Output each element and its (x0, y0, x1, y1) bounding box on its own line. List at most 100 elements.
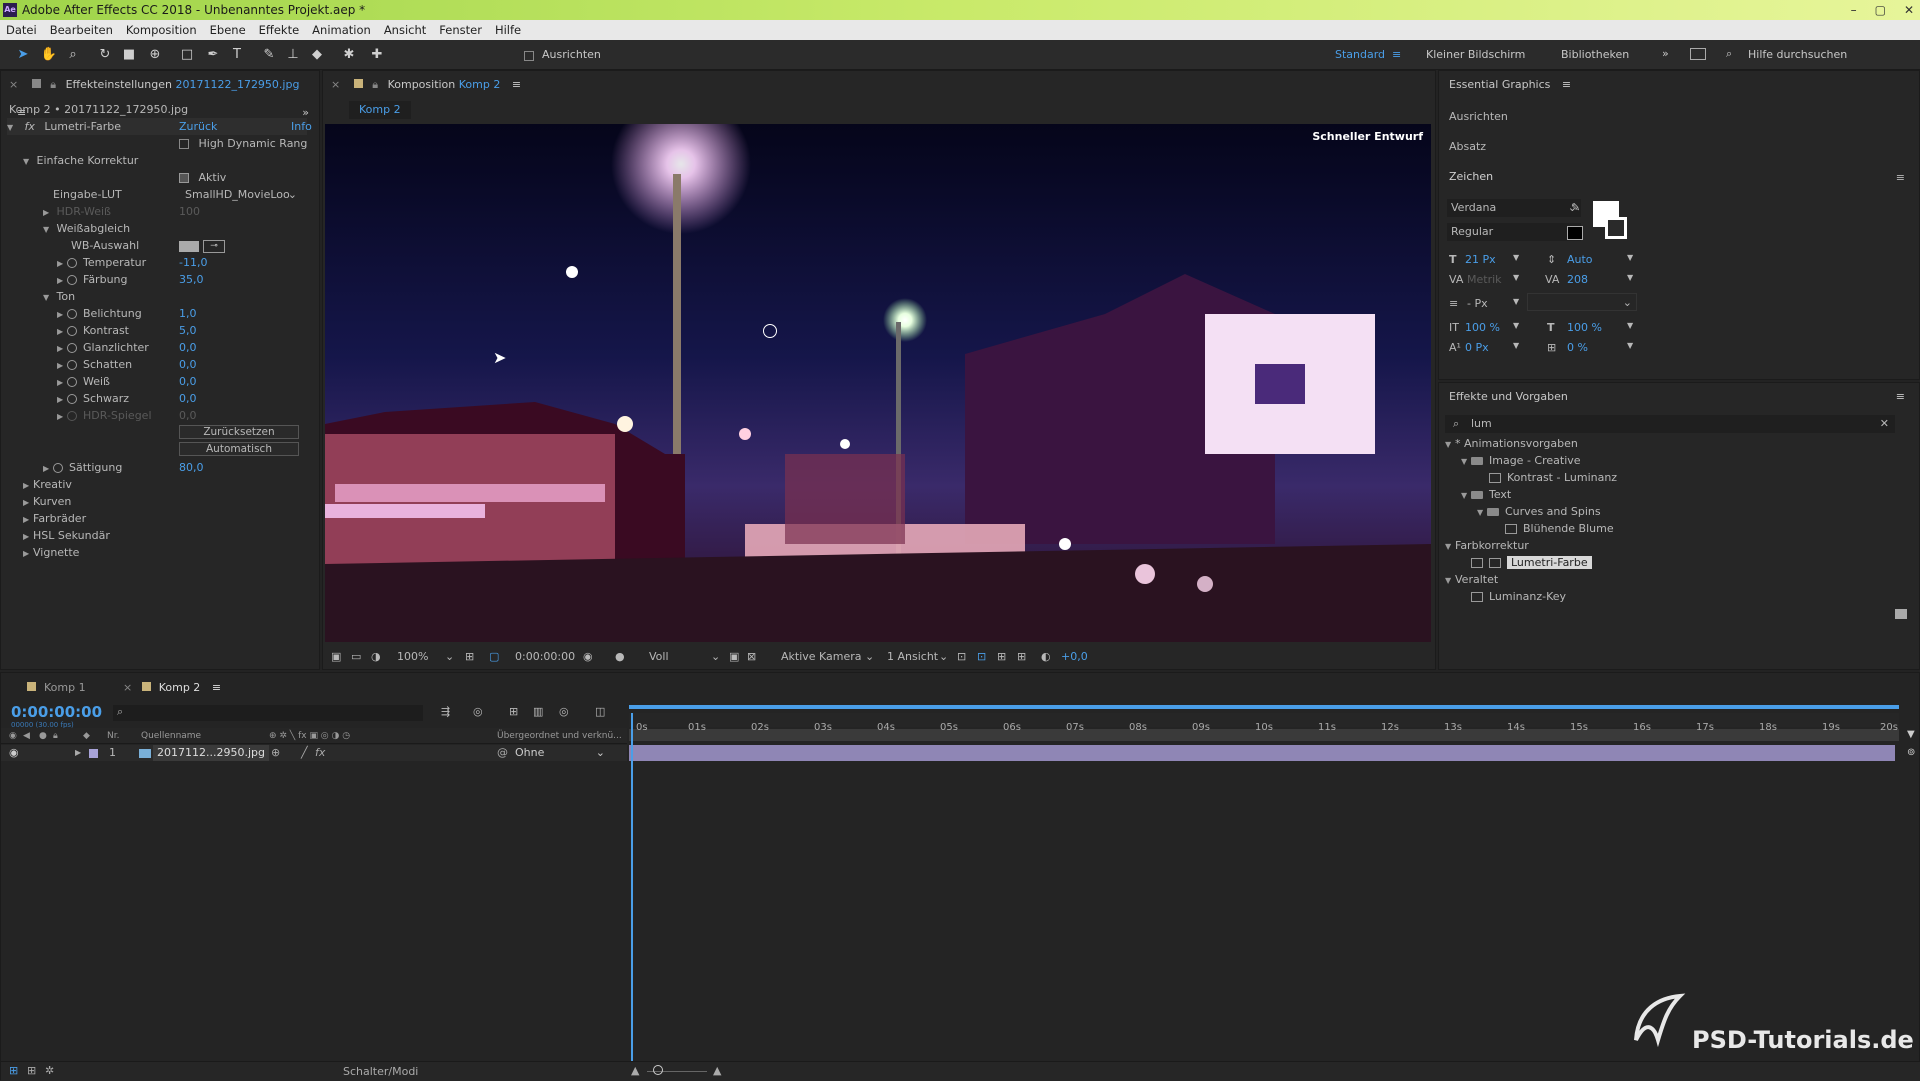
composition-viewer[interactable]: ➤ Schneller Entwurf (325, 124, 1431, 642)
layer-marker-icon[interactable]: ⊚ (1907, 747, 1915, 758)
visibility-eye-icon[interactable]: ◉ (9, 745, 19, 761)
section-toggle-icon[interactable]: ▶ (23, 545, 33, 562)
saturation-value[interactable]: 80,0 (179, 459, 204, 476)
reset-button[interactable]: Zurücksetzen (179, 425, 299, 439)
black-toggle-icon[interactable]: ▶ (57, 391, 67, 408)
layer-fx-icon[interactable]: fx (315, 745, 325, 761)
stroke-width-value[interactable]: - Px (1467, 297, 1488, 310)
clone-stamp-tool-icon[interactable]: ⊥ (284, 46, 302, 64)
always-preview-icon[interactable]: ▣ (331, 648, 341, 666)
black-value[interactable]: 0,0 (179, 390, 197, 407)
baseline-shift-value[interactable]: 0 Px (1465, 341, 1489, 354)
close-tab-icon[interactable]: × (9, 78, 18, 91)
graph-editor-icon[interactable]: ◫ (595, 705, 605, 718)
tree-obsolete[interactable]: Veraltet (1455, 573, 1498, 586)
stopwatch-icon[interactable] (67, 309, 77, 319)
eyedropper-icon[interactable]: ✎ (1571, 201, 1585, 215)
tree-bluehende-blume[interactable]: Blühende Blume (1523, 522, 1614, 535)
selection-tool-icon[interactable]: ➤ (14, 46, 32, 64)
section-basic-correction[interactable]: Einfache Korrektur (37, 154, 139, 167)
stroke-color-swatch[interactable] (1605, 217, 1627, 239)
resolution-dropdown[interactable]: Voll (649, 648, 669, 666)
tree-curves-spins[interactable]: Curves and Spins (1505, 505, 1601, 518)
camera-tool-icon[interactable]: ■ (120, 46, 138, 64)
transparency-grid-icon[interactable]: ⊠ (747, 648, 756, 666)
reset-exposure-icon[interactable]: ◐ (1041, 648, 1051, 666)
clear-search-icon[interactable]: ✕ (1880, 415, 1889, 433)
monitor-icon[interactable]: ▭ (351, 648, 361, 666)
draft-3d-icon[interactable]: ◎ (473, 705, 483, 718)
parent-dropdown[interactable]: Ohne ⌄ (515, 745, 605, 761)
rectangle-tool-icon[interactable]: □ (178, 46, 196, 64)
exposure-toggle-icon[interactable]: ▶ (57, 306, 67, 323)
help-search-input[interactable]: Hilfe durchsuchen (1748, 48, 1847, 61)
eraser-tool-icon[interactable]: ◆ (308, 46, 326, 64)
puppet-tool-icon[interactable]: ✚ (368, 46, 386, 64)
toggle-view-icon[interactable]: ⊡ (957, 648, 966, 666)
active-checkbox[interactable] (179, 173, 189, 183)
current-time-indicator[interactable] (631, 713, 633, 1081)
section-curves[interactable]: Kurven (33, 495, 71, 508)
auto-button[interactable]: Automatisch (179, 442, 299, 456)
composition-tab-name[interactable]: Komp 2 (459, 78, 501, 91)
black-swatch[interactable] (1567, 226, 1583, 240)
wb-color-swatch[interactable] (179, 241, 199, 252)
source-name-column[interactable]: Quellenname (141, 728, 201, 744)
highlights-value[interactable]: 0,0 (179, 339, 197, 356)
viewer-timecode[interactable]: 0:00:00:00 (515, 648, 575, 666)
stopwatch-icon[interactable] (67, 258, 77, 268)
close-tab-icon[interactable]: × (331, 78, 340, 91)
stopwatch-icon[interactable] (67, 275, 77, 285)
section-vignette[interactable]: Vignette (33, 546, 79, 559)
expand-toggle-icon[interactable]: ▼ (7, 119, 17, 136)
align-checkbox[interactable] (524, 49, 540, 62)
workspace-libraries[interactable]: Bibliotheken (1561, 48, 1629, 61)
section-color-wheels[interactable]: Farbräder (33, 512, 86, 525)
masks-icon[interactable]: ◑ (371, 648, 381, 666)
tree-lumetri-color[interactable]: Lumetri-Farbe (1507, 556, 1592, 569)
stopwatch-icon[interactable] (67, 394, 77, 404)
menu-komposition[interactable]: Komposition (126, 23, 197, 37)
stopwatch-icon[interactable] (67, 377, 77, 387)
switches-modes-toggle[interactable]: Schalter/Modi (343, 1065, 418, 1078)
align-section[interactable]: Ausrichten (1449, 107, 1508, 127)
composition-tab[interactable]: Komposition (388, 78, 456, 91)
timeline-search-input[interactable]: ⌕ (113, 705, 423, 721)
text-tool-icon[interactable]: T (228, 46, 246, 64)
section-toggle-icon[interactable]: ▶ (23, 511, 33, 528)
close-tab-icon[interactable]: × (123, 681, 132, 694)
rotate-tool-icon[interactable]: ↻ (96, 46, 114, 64)
workspace-more-icon[interactable]: » (1662, 47, 1669, 60)
minimize-button[interactable]: – (1851, 0, 1857, 20)
layer-quality-icon[interactable]: ╱ (301, 745, 308, 761)
tree-animation-presets[interactable]: * Animationsvorgaben (1455, 437, 1578, 450)
temperature-toggle-icon[interactable]: ▶ (57, 255, 67, 272)
panel-menu-icon[interactable]: ≡ (512, 78, 521, 91)
screen-icon[interactable] (1690, 48, 1706, 60)
tint-value[interactable]: 35,0 (179, 271, 204, 288)
zoom-out-icon[interactable]: ▲ (631, 1064, 639, 1077)
camera-dropdown[interactable]: Aktive Kamera (781, 648, 862, 666)
brush-tool-icon[interactable]: ✎ (260, 46, 278, 64)
menu-datei[interactable]: Datei (6, 23, 37, 37)
section-toggle-icon[interactable]: ▶ (23, 477, 33, 494)
tab-komp-1[interactable]: Komp 1 (9, 679, 86, 697)
zoom-dropdown[interactable]: 100% (397, 648, 428, 666)
roto-brush-tool-icon[interactable]: ✱ (340, 46, 358, 64)
pan-behind-tool-icon[interactable]: ⊕ (146, 46, 164, 64)
highlights-toggle-icon[interactable]: ▶ (57, 340, 67, 357)
eyedropper-icon[interactable]: ⊸ (203, 240, 225, 253)
panel-menu-icon[interactable]: ≡ (212, 681, 221, 694)
snapshot-icon[interactable]: ◉ (583, 648, 593, 666)
horizontal-scale-value[interactable]: 100 % (1567, 321, 1602, 334)
info-link[interactable]: Info (291, 118, 312, 135)
layer-name[interactable]: 2017112...2950.jpg (153, 745, 269, 761)
workspace-standard[interactable]: Standard (1335, 48, 1385, 61)
tree-toggle-icon[interactable]: ▼ (1445, 538, 1455, 555)
label-color-swatch[interactable] (89, 749, 98, 758)
stopwatch-icon[interactable] (67, 343, 77, 353)
tracking-value[interactable]: 208 (1567, 273, 1588, 286)
menu-hilfe[interactable]: Hilfe (495, 23, 521, 37)
menu-ansicht[interactable]: Ansicht (384, 23, 426, 37)
hand-tool-icon[interactable]: ✋ (40, 46, 58, 64)
